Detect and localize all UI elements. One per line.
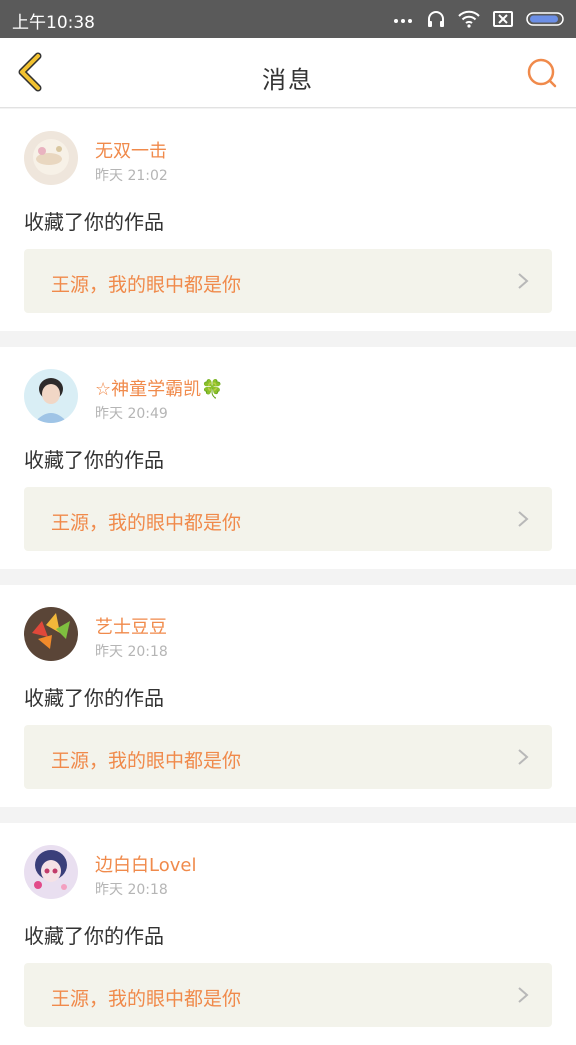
avatar-image (24, 369, 78, 423)
avatar-image (24, 607, 78, 661)
message-card: 无双一击 昨天 21:02 收藏了你的作品 王源，我的眼中都是你 (0, 109, 576, 331)
avatar[interactable] (24, 845, 78, 899)
work-title: 王源，我的眼中都是你 (51, 512, 242, 534)
work-link[interactable]: 王源，我的眼中都是你 (24, 249, 552, 313)
battery-icon (526, 12, 564, 26)
message-card: 边白白Lovel 昨天 20:18 收藏了你的作品 王源，我的眼中都是你 (0, 823, 576, 1045)
avatar-image (24, 131, 78, 185)
chevron-right-icon (518, 273, 529, 289)
sim-icon (493, 11, 513, 27)
work-title: 王源，我的眼中都是你 (51, 750, 242, 772)
message-card: 艺士豆豆 昨天 20:18 收藏了你的作品 王源，我的眼中都是你 (0, 585, 576, 807)
status-icons (392, 9, 566, 29)
timestamp: 昨天 20:18 (95, 644, 168, 660)
wifi-icon (458, 10, 480, 28)
timestamp: 昨天 20:49 (95, 406, 168, 422)
timestamp: 昨天 20:18 (95, 882, 168, 898)
status-time: 上午10:38 (12, 13, 95, 33)
status-bar: 上午10:38 (0, 0, 576, 38)
app-header: 消息 (0, 38, 576, 108)
work-link[interactable]: 王源，我的眼中都是你 (24, 963, 552, 1027)
message-text: 收藏了你的作品 (24, 686, 164, 710)
work-title: 王源，我的眼中都是你 (51, 274, 242, 296)
username[interactable]: ☆神童学霸凯🍀 (95, 375, 224, 401)
search-icon (527, 58, 557, 88)
avatar[interactable] (24, 369, 78, 423)
timestamp: 昨天 21:02 (95, 168, 168, 184)
avatar-image (24, 845, 78, 899)
chevron-right-icon (518, 749, 529, 765)
work-link[interactable]: 王源，我的眼中都是你 (24, 487, 552, 551)
more-dots-icon (394, 19, 412, 23)
headphones-icon (428, 11, 444, 27)
work-title: 王源，我的眼中都是你 (51, 988, 242, 1010)
username[interactable]: 艺士豆豆 (95, 613, 167, 639)
avatar[interactable] (24, 607, 78, 661)
username[interactable]: 无双一击 (95, 137, 167, 163)
message-card: ☆神童学霸凯🍀 昨天 20:49 收藏了你的作品 王源，我的眼中都是你 (0, 347, 576, 569)
chevron-right-icon (518, 987, 529, 1003)
message-text: 收藏了你的作品 (24, 924, 164, 948)
avatar[interactable] (24, 131, 78, 185)
username[interactable]: 边白白Lovel (95, 851, 196, 877)
message-text: 收藏了你的作品 (24, 210, 164, 234)
chevron-right-icon (518, 511, 529, 527)
message-text: 收藏了你的作品 (24, 448, 164, 472)
search-button[interactable] (524, 55, 560, 91)
page-title: 消息 (262, 66, 314, 94)
work-link[interactable]: 王源，我的眼中都是你 (24, 725, 552, 789)
